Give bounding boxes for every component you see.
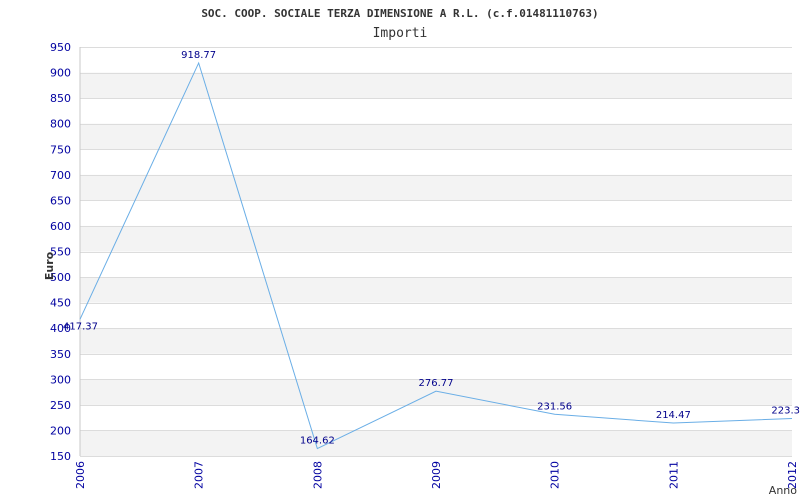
x-tick-label: 2006: [74, 461, 87, 489]
x-tick-label: 2009: [430, 461, 443, 489]
y-tick-label: 700: [50, 169, 71, 182]
x-tick-label: 2007: [193, 461, 206, 489]
y-tick-label: 850: [50, 92, 71, 105]
x-tick-label: 2008: [311, 461, 324, 489]
data-label: 276.77: [419, 378, 454, 389]
grid-band: [80, 174, 792, 201]
data-label: 214.47: [656, 410, 691, 421]
x-axis-label: Anno: [769, 484, 797, 497]
grid-band: [80, 72, 792, 99]
data-label: 223.3: [771, 406, 800, 417]
grid-bands: [80, 72, 792, 456]
x-tick-label: 2011: [667, 461, 680, 489]
y-tick-label: 950: [50, 41, 71, 54]
data-label: 164.62: [300, 436, 335, 447]
grid-band: [80, 328, 792, 354]
y-tick-label: 900: [50, 67, 71, 80]
x-tick-label: 2010: [549, 461, 562, 489]
y-tick-label: 800: [50, 118, 71, 131]
grid-band: [80, 430, 792, 456]
data-label: 918.77: [181, 50, 216, 61]
y-axis-label: Euro: [43, 251, 56, 280]
grid-band: [80, 123, 792, 150]
y-tick-label: 200: [50, 424, 71, 437]
chart-subtitle: Importi: [373, 26, 428, 41]
line-chart: 1502002503003504004505005506006507007508…: [43, 7, 800, 497]
grid-band: [80, 225, 792, 252]
chart-title: SOC. COOP. SOCIALE TERZA DIMENSIONE A R.…: [201, 7, 598, 20]
y-tick-label: 250: [50, 399, 71, 412]
y-tick-label: 750: [50, 143, 71, 156]
grid-band: [80, 277, 792, 303]
y-tick-label: 300: [50, 373, 71, 386]
y-tick-label: 600: [50, 220, 71, 233]
y-tick-label: 650: [50, 194, 71, 207]
data-label: 231.56: [537, 401, 572, 412]
y-tick-label: 450: [50, 297, 71, 310]
x-tick-labels: 2006 2007 2008 2009 2010 2011 2012: [74, 461, 799, 489]
y-tick-label: 350: [50, 348, 71, 361]
data-label: 417.37: [63, 321, 98, 332]
y-tick-label: 150: [50, 450, 71, 463]
